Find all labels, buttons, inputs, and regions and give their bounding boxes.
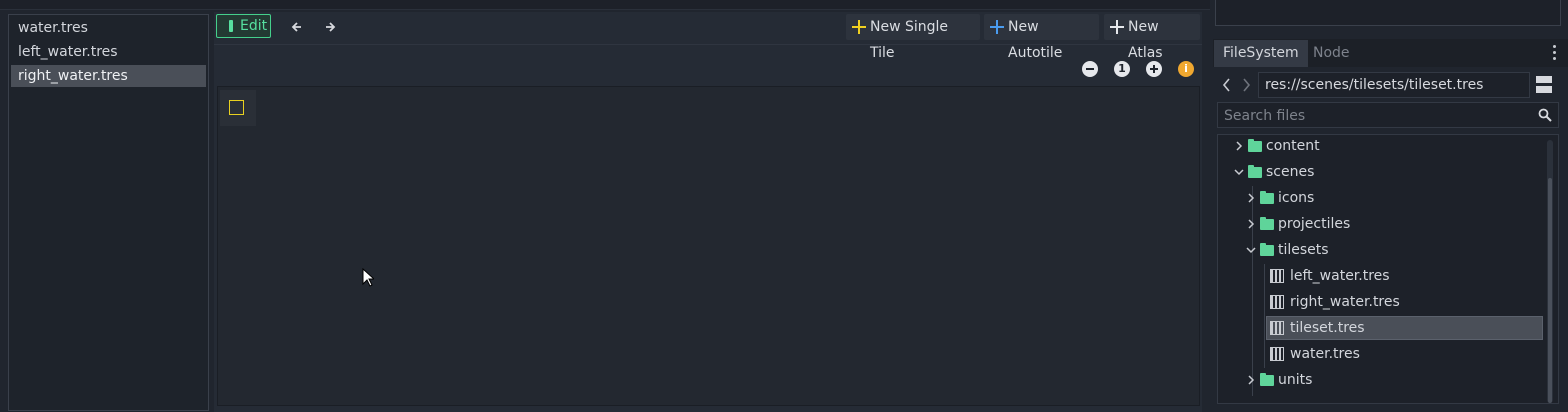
search-files-field[interactable] — [1217, 102, 1559, 129]
tree-item-label: projectiles — [1278, 216, 1351, 232]
plus-icon — [990, 20, 1004, 34]
resource-item[interactable]: water.tres — [11, 17, 206, 39]
tree-item-file-selected[interactable]: tileset.tres — [1266, 316, 1543, 340]
tree-item-label: water.tres — [1290, 346, 1360, 362]
folder-icon — [1248, 165, 1262, 178]
plus-icon — [1110, 20, 1124, 34]
tree-item-label: right_water.tres — [1290, 294, 1400, 310]
tree-item-file[interactable]: left_water.tres — [1266, 264, 1536, 288]
tree-item-label: left_water.tres — [1290, 268, 1390, 284]
tree-item-label: scenes — [1266, 164, 1315, 180]
tree-item-label: content — [1266, 138, 1320, 154]
edit-button-label: Edit — [240, 18, 268, 34]
resource-item-selected[interactable]: right_water.tres — [11, 65, 206, 87]
tree-item-folder[interactable]: icons — [1246, 186, 1536, 210]
chevron-down-icon[interactable] — [1246, 245, 1256, 255]
tree-item-folder[interactable]: content — [1234, 134, 1534, 158]
tile-thumbnail[interactable] — [220, 90, 256, 126]
path-field[interactable]: res://scenes/tilesets/tileset.tres — [1258, 72, 1530, 98]
folder-icon — [1260, 373, 1274, 386]
history-forward-icon[interactable] — [1240, 76, 1252, 98]
toolbar-separator — [214, 44, 1202, 45]
tree-item-label: units — [1278, 372, 1313, 388]
tileset-file-icon — [1270, 321, 1284, 335]
inspector-panel — [1215, 0, 1561, 26]
history-back-icon[interactable] — [1221, 76, 1233, 98]
folder-icon — [1248, 139, 1262, 152]
new-autotile-button[interactable]: New Autotile — [984, 14, 1099, 61]
edit-button[interactable]: Edit — [216, 14, 271, 38]
tileset-file-icon — [1270, 347, 1284, 361]
chevron-right-icon[interactable] — [1246, 219, 1256, 229]
tree-item-label: icons — [1278, 190, 1315, 206]
folder-icon — [1260, 191, 1274, 204]
tree-item-folder[interactable]: scenes — [1234, 160, 1534, 184]
tree-item-file[interactable]: right_water.tres — [1266, 290, 1536, 314]
new-single-tile-button[interactable]: New Single Tile — [846, 14, 980, 61]
search-icon[interactable] — [1538, 108, 1552, 122]
chevron-right-icon[interactable] — [1246, 375, 1256, 385]
zoom-reset-button[interactable]: 1 — [1114, 61, 1130, 77]
split-mode-icon[interactable] — [1536, 76, 1552, 94]
folder-icon — [1260, 243, 1274, 256]
new-autotile-label: New Autotile — [1008, 19, 1063, 61]
arrow-right-icon[interactable] — [319, 16, 341, 38]
tree-item-label: tilesets — [1278, 242, 1329, 258]
resource-item[interactable]: left_water.tres — [11, 41, 206, 63]
top-strip — [0, 0, 1210, 10]
mouse-cursor-icon — [362, 267, 376, 292]
chevron-right-icon[interactable] — [1234, 141, 1244, 151]
pencil-icon — [229, 20, 233, 32]
new-atlas-button[interactable]: New Atlas — [1104, 14, 1200, 61]
search-input[interactable] — [1218, 103, 1536, 129]
chevron-down-icon[interactable] — [1234, 167, 1244, 177]
dock-menu-icon[interactable] — [1551, 44, 1559, 62]
tree-item-label: tileset.tres — [1290, 320, 1365, 336]
tile-outline — [229, 100, 244, 115]
tree-item-folder[interactable]: units — [1246, 368, 1536, 392]
tree-guide — [1264, 264, 1265, 368]
tileset-file-icon — [1270, 295, 1284, 309]
tab-node[interactable]: Node — [1304, 40, 1359, 67]
chevron-right-icon[interactable] — [1246, 193, 1256, 203]
zoom-out-icon[interactable] — [1082, 61, 1098, 77]
tree-item-folder[interactable]: projectiles — [1246, 212, 1536, 236]
folder-icon — [1260, 217, 1274, 230]
tileset-file-icon — [1270, 269, 1284, 283]
info-icon[interactable]: i — [1178, 61, 1194, 77]
tree-item-folder[interactable]: tilesets — [1246, 238, 1536, 262]
tab-filesystem[interactable]: FileSystem — [1214, 40, 1308, 67]
tileset-resource-list[interactable]: water.tres left_water.tres right_water.t… — [8, 14, 209, 411]
tree-item-file[interactable]: water.tres — [1266, 342, 1536, 366]
zoom-in-icon[interactable] — [1146, 61, 1162, 77]
arrow-left-icon[interactable] — [286, 16, 308, 38]
new-atlas-label: New Atlas — [1128, 19, 1163, 61]
tile-canvas[interactable] — [217, 86, 1200, 406]
tree-scroll-thumb[interactable] — [1548, 178, 1552, 403]
plus-icon — [852, 20, 866, 34]
